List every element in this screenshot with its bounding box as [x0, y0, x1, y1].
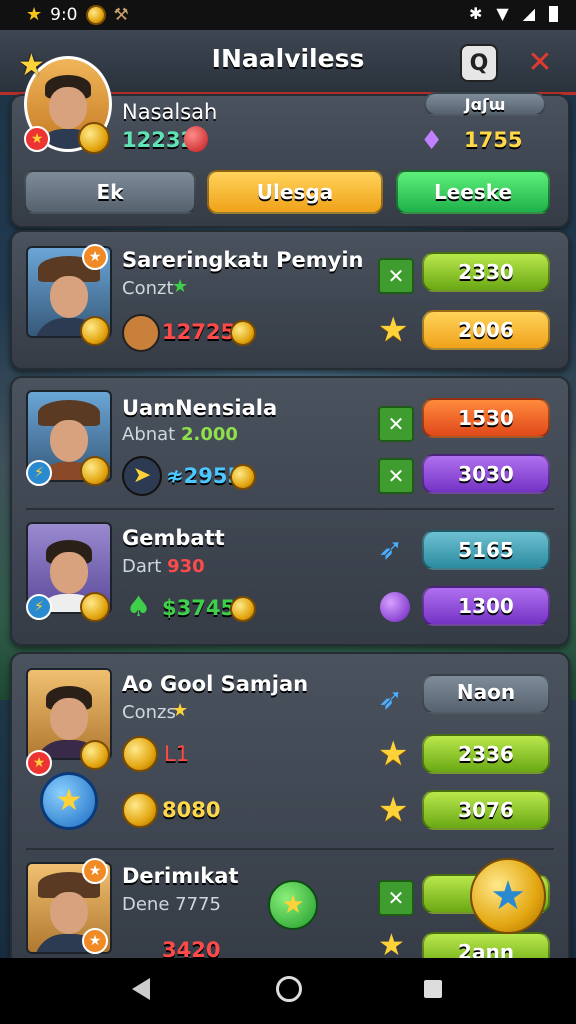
green-star-button[interactable]: ★	[268, 880, 318, 930]
coin-icon	[122, 736, 158, 772]
level-star-icon: ★	[18, 48, 45, 83]
stat-pill-2[interactable]: 1300	[422, 586, 550, 626]
player-subtitle: Conzt	[122, 278, 174, 299]
blue-star-medal-icon[interactable]: ★	[40, 772, 98, 830]
wifi-icon: ▼	[496, 4, 509, 23]
orb-icon	[380, 592, 410, 622]
player-name: Ao Gool Samjan	[122, 672, 309, 696]
divider	[26, 848, 554, 850]
status-time: 9:0	[50, 4, 78, 25]
coin-icon	[122, 792, 158, 828]
player-value-2: 8080	[162, 798, 221, 822]
hammer-icon: ⚒	[113, 4, 129, 25]
signal-icon: ◢	[522, 4, 535, 23]
stat-pill-1[interactable]: 2336	[422, 734, 550, 774]
player-name: Gembatt	[122, 526, 225, 550]
rocket-icon: ➤	[122, 456, 162, 496]
rank-badge: ★	[24, 126, 50, 152]
coin-icon	[85, 4, 106, 25]
coin-icon	[230, 464, 256, 490]
level-badge: ★	[82, 928, 108, 954]
tab-ek[interactable]: Ek	[24, 170, 196, 214]
back-button[interactable]	[132, 978, 150, 1000]
bluetooth-icon: ✱	[468, 4, 483, 23]
arrow-icon: ➶	[378, 682, 404, 717]
search-icon: Q	[469, 50, 489, 76]
rank-badge: ★	[26, 750, 52, 776]
star-icon: ★	[378, 790, 409, 830]
player-token-icon	[122, 314, 160, 352]
divider	[26, 508, 554, 510]
tab-ulesga[interactable]: Ulesga	[207, 170, 383, 214]
player-subtitle: Dart 930	[122, 556, 205, 577]
avatar-coin-icon	[80, 316, 110, 346]
player-name: Sareringkatı Pemyin	[122, 248, 364, 272]
check-icon: ✕	[378, 458, 414, 494]
big-star-coin-icon[interactable]: ★	[470, 858, 546, 934]
battery-icon	[549, 5, 558, 22]
ruby-icon	[184, 126, 208, 152]
home-button[interactable]	[276, 976, 302, 1002]
small-star-icon: ★	[172, 700, 189, 721]
level-badge: ★	[82, 858, 108, 884]
star-icon: ★	[378, 734, 409, 774]
lightning-badge: ⚡	[26, 594, 52, 620]
stat-pill-0[interactable]: Naon	[422, 674, 550, 714]
stat-pill-1[interactable]: 5165	[422, 530, 550, 570]
player-value-1: L1	[164, 742, 190, 766]
profile-gems: 1755	[464, 128, 523, 152]
player-subtitle: Conzs	[122, 702, 176, 723]
avatar-coin-icon	[80, 456, 110, 486]
search-button[interactable]: Q	[460, 44, 498, 82]
star-icon: ★	[378, 310, 409, 350]
player-name: Derimıkat	[122, 864, 239, 888]
check-icon: ✕	[378, 258, 414, 294]
small-star-icon: ★	[172, 276, 189, 297]
player-subtitle: Abnat 2.000	[122, 424, 238, 445]
player-subtitle: Dene 7775	[122, 894, 221, 915]
stat-pill-1[interactable]: 1530	[422, 398, 550, 438]
star-icon: ★	[26, 4, 43, 25]
stat-pill-2[interactable]: 2006	[422, 310, 550, 350]
check-icon: ✕	[378, 880, 414, 916]
close-icon: ✕	[527, 44, 553, 80]
stat-pill-2[interactable]: 3076	[422, 790, 550, 830]
stat-pill-1[interactable]: 2330	[422, 252, 550, 292]
player-name: UamNensiala	[122, 396, 278, 420]
stat-pill-2[interactable]: 3030	[422, 454, 550, 494]
avatar-coin-icon	[80, 740, 110, 770]
close-button[interactable]: ✕	[520, 42, 560, 82]
profile-name: Nasalsah	[122, 100, 218, 124]
system-nav-bar	[0, 958, 576, 1024]
player-value: $3745	[162, 596, 236, 620]
coin-icon	[230, 320, 256, 346]
lightning-badge: ⚡	[26, 460, 52, 486]
check-icon: ✕	[378, 406, 414, 442]
profile-coin-icon	[78, 122, 110, 154]
coin-icon	[230, 596, 256, 622]
arrow-icon: ➶	[378, 532, 404, 567]
profile-top-value: Jɑʃɯ	[424, 92, 546, 116]
rocket-icon: ♠	[126, 590, 152, 623]
avatar-coin-icon	[80, 592, 110, 622]
level-badge: ★	[82, 244, 108, 270]
recents-button[interactable]	[424, 980, 442, 998]
status-bar: ★ 9:0 ⚒ ✱ ▼ ◢	[0, 0, 576, 30]
tab-leeske[interactable]: Leeske	[396, 170, 550, 214]
crystal-icon: ♦	[420, 126, 444, 156]
player-value: 12725	[162, 320, 236, 344]
